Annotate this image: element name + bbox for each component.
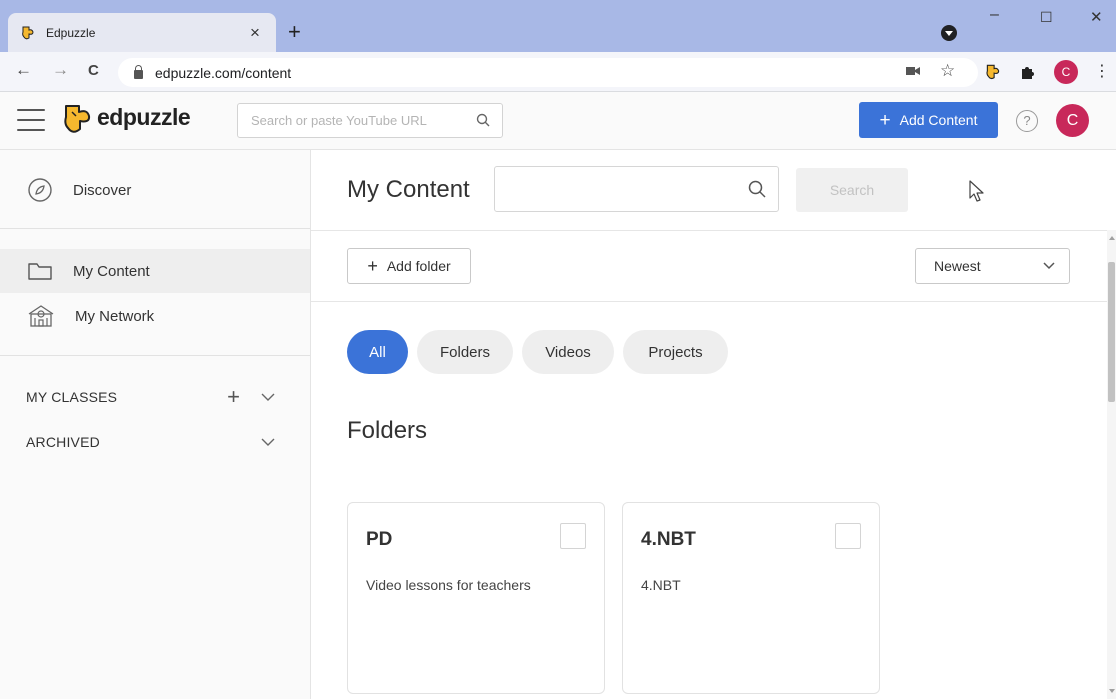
add-folder-label: Add folder <box>386 258 451 274</box>
edpuzzle-favicon-icon <box>22 26 34 39</box>
plus-icon: + <box>879 109 891 131</box>
forward-button[interactable]: → <box>52 60 69 80</box>
search-icon[interactable] <box>476 113 490 127</box>
scrollbar-thumb[interactable] <box>1108 262 1115 402</box>
scroll-down-icon[interactable] <box>1109 689 1115 693</box>
filter-chip-all[interactable]: All <box>347 330 408 374</box>
main-divider <box>311 301 1107 302</box>
browser-toolbar: ← → C edpuzzle.com/content ☆ C ⋮ <box>0 52 1116 92</box>
archived-section[interactable]: ARCHIVED <box>26 430 276 454</box>
page-title: My Content <box>347 176 470 203</box>
bookmark-star-icon[interactable]: ☆ <box>940 61 955 81</box>
folder-select-checkbox[interactable] <box>835 523 861 549</box>
search-icon[interactable] <box>748 180 766 198</box>
folder-card[interactable]: PD Video lessons for teachers <box>347 502 605 694</box>
close-window-button[interactable]: ✕ <box>1090 8 1103 26</box>
add-content-button[interactable]: + Add Content <box>859 102 998 138</box>
browser-profile-avatar[interactable]: C <box>1054 60 1078 84</box>
hamburger-menu-icon[interactable] <box>17 109 45 131</box>
compass-icon <box>28 178 52 202</box>
chevron-down-icon[interactable] <box>260 392 276 402</box>
filter-chip-projects[interactable]: Projects <box>623 330 728 374</box>
tab-title: Edpuzzle <box>46 25 96 40</box>
main-divider <box>311 230 1107 231</box>
sort-value: Newest <box>934 258 981 274</box>
folder-description: 4.NBT <box>641 577 681 593</box>
reload-button[interactable]: C <box>88 62 99 79</box>
youtube-search-input[interactable] <box>238 104 458 137</box>
help-icon[interactable]: ? <box>1016 110 1038 132</box>
lock-icon <box>134 64 143 79</box>
user-avatar[interactable]: C <box>1056 104 1089 137</box>
maximize-button[interactable]: ☐ <box>1040 9 1053 26</box>
sidebar-item-my-content[interactable]: My Content <box>0 249 310 293</box>
logo-text[interactable]: edpuzzle <box>97 104 191 131</box>
sidebar-item-label: My Network <box>75 307 155 325</box>
sidebar-item-label: Discover <box>73 181 132 199</box>
my-classes-section[interactable]: MY CLASSES + <box>26 385 276 409</box>
camera-icon[interactable] <box>906 65 920 77</box>
sidebar-divider <box>0 355 310 356</box>
folder-description: Video lessons for teachers <box>366 577 531 593</box>
folder-name: 4.NBT <box>641 529 696 550</box>
new-tab-button[interactable]: + <box>288 18 301 46</box>
browser-tab[interactable]: Edpuzzle × <box>8 13 276 52</box>
chevron-down-icon <box>1043 262 1055 270</box>
chevron-down-icon[interactable] <box>260 437 276 447</box>
filter-chip-videos[interactable]: Videos <box>522 330 614 374</box>
url-text: edpuzzle.com/content <box>155 64 292 81</box>
folders-heading: Folders <box>347 417 428 444</box>
plus-icon: + <box>367 256 378 276</box>
page-scrollbar[interactable] <box>1107 230 1116 699</box>
minimize-button[interactable]: – <box>990 6 999 24</box>
browser-tab-strip: Edpuzzle × + – ☐ ✕ <box>0 0 1116 52</box>
school-building-icon <box>28 305 54 327</box>
sort-select[interactable]: Newest <box>915 248 1070 284</box>
scroll-up-icon[interactable] <box>1109 236 1115 240</box>
address-bar[interactable]: edpuzzle.com/content <box>118 58 978 87</box>
sidebar-item-label: My Content <box>73 262 150 280</box>
extensions-puzzle-icon[interactable] <box>1020 64 1036 80</box>
add-class-icon[interactable]: + <box>227 386 240 408</box>
add-folder-button[interactable]: + Add folder <box>347 248 471 284</box>
sidebar-item-my-network[interactable]: My Network <box>0 294 310 338</box>
header-search-box <box>237 103 503 138</box>
filter-chip-folders[interactable]: Folders <box>417 330 513 374</box>
add-content-label: Add Content <box>899 112 978 128</box>
folder-name: PD <box>366 529 393 550</box>
main-content: My Content Search + Add folder Newest Al… <box>311 150 1107 699</box>
browser-menu-icon[interactable]: ⋮ <box>1094 61 1110 81</box>
app-header: edpuzzle + Add Content ? C <box>0 92 1116 150</box>
my-classes-label: MY CLASSES <box>26 389 118 405</box>
archived-label: ARCHIVED <box>26 434 100 450</box>
browser-profile-icon[interactable] <box>941 25 957 41</box>
sidebar-item-discover[interactable]: Discover <box>0 168 310 212</box>
content-search-box <box>494 166 779 212</box>
edpuzzle-logo-icon[interactable] <box>60 102 94 136</box>
sidebar-divider <box>0 228 310 229</box>
search-button[interactable]: Search <box>796 168 908 212</box>
folder-card[interactable]: 4.NBT 4.NBT <box>622 502 880 694</box>
folder-select-checkbox[interactable] <box>560 523 586 549</box>
content-search-input[interactable] <box>495 167 735 211</box>
tab-close-icon[interactable]: × <box>246 23 264 43</box>
folder-icon <box>28 263 52 280</box>
edpuzzle-extension-icon[interactable] <box>984 63 1002 81</box>
sidebar: Discover My Content My Network MY CLASSE… <box>0 150 311 699</box>
mouse-cursor-icon <box>969 180 984 202</box>
back-button[interactable]: ← <box>15 60 32 80</box>
